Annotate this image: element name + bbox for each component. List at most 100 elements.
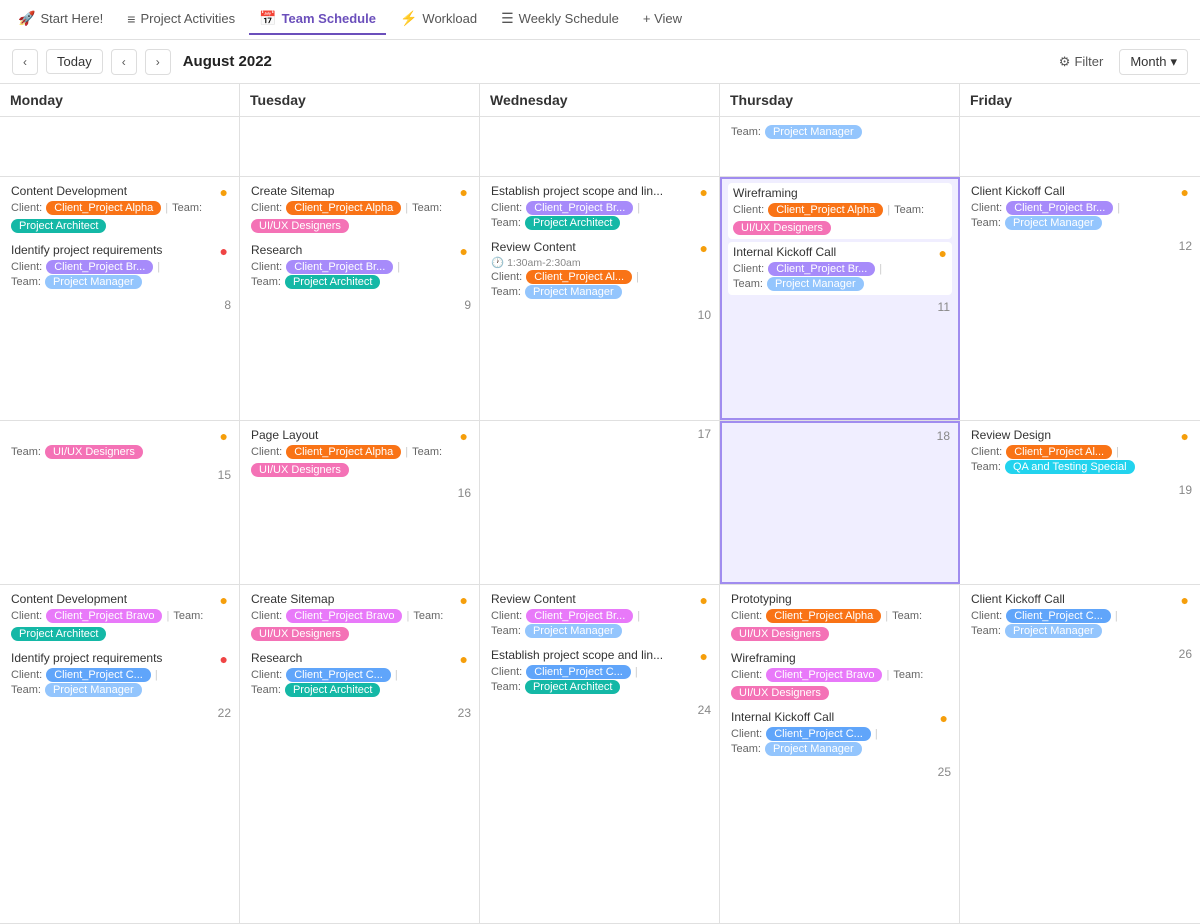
client-label: Client: bbox=[251, 261, 282, 273]
task-establish-scope[interactable]: Establish project scope and lin... ● Cli… bbox=[486, 181, 713, 234]
tab-start[interactable]: 🚀 Start Here! bbox=[8, 4, 113, 35]
workload-icon: ⚡ bbox=[400, 10, 417, 27]
client-badge: Client_Project Alpha bbox=[286, 201, 401, 215]
task-establish-scope-c[interactable]: Establish project scope and lin... ● Cli… bbox=[486, 645, 713, 698]
day-header-wednesday: Wednesday bbox=[480, 84, 720, 116]
day-number: 19 bbox=[966, 481, 1194, 501]
status-dot: ● bbox=[700, 240, 708, 256]
task-client-kickoff-12[interactable]: Client Kickoff Call ● Client: Client_Pro… bbox=[966, 181, 1194, 234]
separator: | bbox=[406, 610, 409, 622]
day-number: 25 bbox=[726, 763, 953, 783]
task-title: Client Kickoff Call bbox=[971, 592, 1065, 606]
client-badge: Client_Project Br... bbox=[46, 260, 153, 274]
team-label: Team: bbox=[11, 276, 41, 288]
client-badge: Client_Project C... bbox=[526, 665, 631, 679]
client-badge: Client_Project Br... bbox=[768, 262, 875, 276]
client-badge: Client_Project Br... bbox=[286, 260, 393, 274]
cell-3-2: Review Content ● Client: Client_Project … bbox=[480, 585, 720, 923]
task-internal-kickoff-11[interactable]: Internal Kickoff Call ● Client: Client_P… bbox=[728, 242, 952, 295]
task-review-content-24[interactable]: Review Content ● Client: Client_Project … bbox=[486, 589, 713, 642]
status-dot: ● bbox=[460, 243, 468, 259]
tab-weekly[interactable]: ☰ Weekly Schedule bbox=[491, 4, 629, 35]
nav-right-button[interactable]: › bbox=[145, 49, 171, 75]
task-research[interactable]: Research ● Client: Client_Project Br... … bbox=[246, 240, 473, 293]
tab-view[interactable]: + View bbox=[633, 5, 692, 34]
day-number: 23 bbox=[246, 704, 473, 724]
day-header-friday: Friday bbox=[960, 84, 1200, 116]
task-review-design[interactable]: Review Design ● Client: Client_Project A… bbox=[966, 425, 1194, 478]
client-label: Client: bbox=[971, 610, 1002, 622]
team-badge: Project Architect bbox=[285, 275, 380, 289]
separator: | bbox=[157, 261, 160, 273]
cell-3-0: Content Development ● Client: Client_Pro… bbox=[0, 585, 240, 923]
task-title: Client Kickoff Call bbox=[971, 184, 1065, 198]
task-content-dev-alpha[interactable]: Content Development ● Client: Client_Pro… bbox=[6, 181, 233, 237]
client-badge: Client_Project Al... bbox=[526, 270, 632, 284]
task-content-dev-bravo[interactable]: Content Development ● Client: Client_Pro… bbox=[6, 589, 233, 645]
team-badge: UI/UX Designers bbox=[733, 221, 831, 235]
task-uiux-15[interactable]: ● Team: UI/UX Designers bbox=[6, 425, 233, 463]
task-review-content-10[interactable]: Review Content ● 🕐 1:30am-2:30am Client:… bbox=[486, 237, 713, 303]
task-wireframing-25[interactable]: Wireframing Client: Client_Project Bravo… bbox=[726, 648, 953, 704]
task-title: Research bbox=[251, 243, 302, 257]
task-create-sitemap-bravo[interactable]: Create Sitemap ● Client: Client_Project … bbox=[246, 589, 473, 645]
task-pm-top[interactable]: Team: Project Manager bbox=[726, 121, 953, 143]
task-prototyping[interactable]: Prototyping Client: Client_Project Alpha… bbox=[726, 589, 953, 645]
tab-team[interactable]: 📅 Team Schedule bbox=[249, 4, 386, 35]
nav-left-button[interactable]: ‹ bbox=[111, 49, 137, 75]
status-dot: ● bbox=[700, 184, 708, 200]
team-badge: Project Manager bbox=[1005, 216, 1102, 230]
client-label: Client: bbox=[733, 263, 764, 275]
separator: | bbox=[637, 202, 640, 214]
client-label: Client: bbox=[733, 204, 764, 216]
status-dot: ● bbox=[1181, 592, 1189, 608]
team-label: Team: bbox=[172, 202, 202, 214]
separator: | bbox=[635, 666, 638, 678]
today-button[interactable]: Today bbox=[46, 49, 103, 74]
separator: | bbox=[1117, 202, 1120, 214]
task-identify-req-bravo[interactable]: Identify project requirements ● Client: … bbox=[6, 240, 233, 293]
cell-0-4 bbox=[960, 117, 1200, 176]
cell-1-0: Content Development ● Client: Client_Pro… bbox=[0, 177, 240, 420]
status-dot: ● bbox=[460, 428, 468, 444]
client-badge: Client_Project Br... bbox=[526, 201, 633, 215]
team-badge: QA and Testing Special bbox=[1005, 460, 1135, 474]
separator: | bbox=[887, 204, 890, 216]
prev-period-button[interactable]: ‹ bbox=[12, 49, 38, 75]
client-label: Client: bbox=[11, 610, 42, 622]
team-badge: Project Architect bbox=[525, 680, 620, 694]
status-dot: ● bbox=[460, 184, 468, 200]
task-research-c[interactable]: Research ● Client: Client_Project C... |… bbox=[246, 648, 473, 701]
cell-2-4: Review Design ● Client: Client_Project A… bbox=[960, 421, 1200, 583]
status-dot: ● bbox=[1181, 184, 1189, 200]
team-label: Team: bbox=[412, 446, 442, 458]
team-label: Team: bbox=[251, 684, 281, 696]
task-identify-req-c[interactable]: Identify project requirements ● Client: … bbox=[6, 648, 233, 701]
task-wireframing-11[interactable]: Wireframing Client: Client_Project Alpha… bbox=[728, 183, 952, 239]
week-row-0: Team: Project Manager bbox=[0, 117, 1200, 177]
separator: | bbox=[397, 261, 400, 273]
tab-activities[interactable]: ≡ Project Activities bbox=[117, 5, 245, 35]
day-number: 11 bbox=[728, 298, 952, 318]
separator: | bbox=[165, 202, 168, 214]
task-internal-kickoff-25[interactable]: Internal Kickoff Call ● Client: Client_P… bbox=[726, 707, 953, 760]
tab-view-label: + View bbox=[643, 11, 682, 26]
team-badge: Project Manager bbox=[1005, 624, 1102, 638]
task-title: Identify project requirements bbox=[11, 651, 162, 665]
client-badge: Client_Project C... bbox=[766, 727, 871, 741]
task-page-layout[interactable]: Page Layout ● Client: Client_Project Alp… bbox=[246, 425, 473, 481]
cell-2-3: 18 bbox=[720, 421, 960, 583]
separator: | bbox=[155, 669, 158, 681]
team-label: Team: bbox=[11, 684, 41, 696]
filter-icon: ⚙ bbox=[1059, 54, 1071, 70]
separator: | bbox=[405, 446, 408, 458]
day-number: 24 bbox=[486, 701, 713, 721]
filter-button[interactable]: ⚙ Filter bbox=[1059, 54, 1104, 70]
team-label: Team: bbox=[491, 625, 521, 637]
view-month-button[interactable]: Month ▾ bbox=[1119, 49, 1188, 75]
status-dot: ● bbox=[220, 592, 228, 608]
task-client-kickoff-26[interactable]: Client Kickoff Call ● Client: Client_Pro… bbox=[966, 589, 1194, 642]
tab-workload[interactable]: ⚡ Workload bbox=[390, 4, 487, 35]
task-create-sitemap[interactable]: Create Sitemap ● Client: Client_Project … bbox=[246, 181, 473, 237]
separator: | bbox=[885, 610, 888, 622]
